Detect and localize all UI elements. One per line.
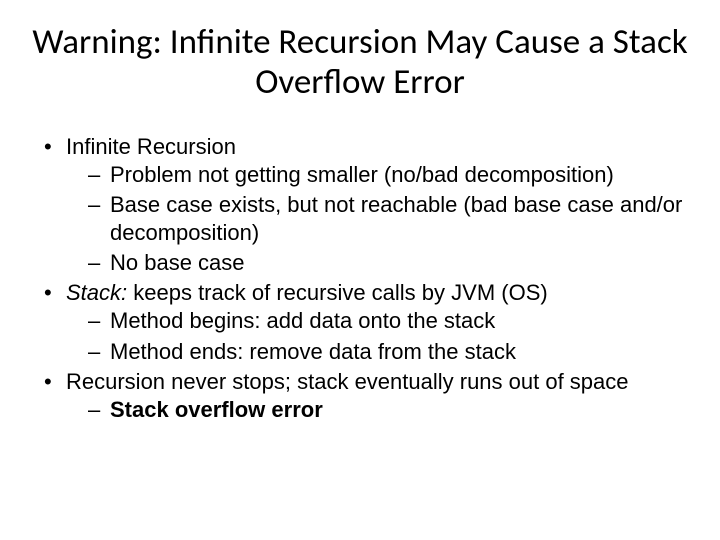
list-item: Infinite Recursion Problem not getting s… xyxy=(44,133,690,278)
slide: Warning: Infinite Recursion May Cause a … xyxy=(0,0,720,540)
slide-title: Warning: Infinite Recursion May Cause a … xyxy=(30,22,690,103)
sub-list: Stack overflow error xyxy=(66,396,690,424)
bullet-text: Infinite Recursion xyxy=(66,134,236,159)
bullet-text-strong: Stack overflow error xyxy=(110,397,323,422)
list-item: Problem not getting smaller (no/bad deco… xyxy=(88,161,690,189)
bullet-text: Base case exists, but not reachable (bad… xyxy=(110,192,682,245)
list-item: Stack: keeps track of recursive calls by… xyxy=(44,279,690,365)
sub-list: Method begins: add data onto the stack M… xyxy=(66,307,690,365)
bullet-text: keeps track of recursive calls by JVM (O… xyxy=(127,280,548,305)
list-item: Method begins: add data onto the stack xyxy=(88,307,690,335)
bullet-text: Problem not getting smaller (no/bad deco… xyxy=(110,162,614,187)
sub-list: Problem not getting smaller (no/bad deco… xyxy=(66,161,690,278)
bullet-text: Recursion never stops; stack eventually … xyxy=(66,369,629,394)
list-item: Recursion never stops; stack eventually … xyxy=(44,368,690,424)
bullet-text-emphasis: Stack: xyxy=(66,280,127,305)
list-item: Method ends: remove data from the stack xyxy=(88,338,690,366)
list-item: Base case exists, but not reachable (bad… xyxy=(88,191,690,247)
list-item: Stack overflow error xyxy=(88,396,690,424)
list-item: No base case xyxy=(88,249,690,277)
bullet-list: Infinite Recursion Problem not getting s… xyxy=(30,133,690,425)
bullet-text: No base case xyxy=(110,250,245,275)
bullet-text: Method ends: remove data from the stack xyxy=(110,339,516,364)
bullet-text: Method begins: add data onto the stack xyxy=(110,308,495,333)
